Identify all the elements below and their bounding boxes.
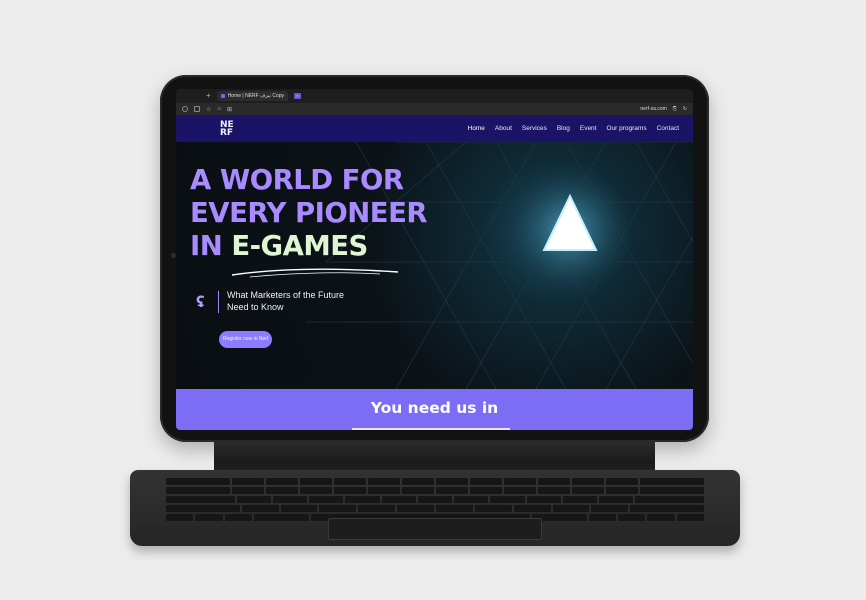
nav-about[interactable]: About <box>495 125 512 132</box>
hero-section: A WORLD FOR EVERY PIONEER IN E-GAMES ʢ W… <box>176 142 693 389</box>
nav-our-programs[interactable]: Our programs <box>606 125 646 132</box>
underline-swoosh <box>231 268 399 278</box>
nav-blog[interactable]: Blog <box>557 125 570 132</box>
screen: + Home | NERF نيرف Copy × ☆ ⌂ ⊞ nerf-sa.… <box>176 89 693 430</box>
tagline-divider <box>218 290 219 313</box>
headline-accent: E-GAMES <box>231 230 368 262</box>
nav-event[interactable]: Event <box>580 125 597 132</box>
nav-contact[interactable]: Contact <box>657 125 679 132</box>
home-icon[interactable]: ⌂ <box>217 106 221 112</box>
tagline: ʢ What Marketers of the Future Need to K… <box>196 290 347 313</box>
bookmark-icon[interactable]: ☆ <box>206 106 211 113</box>
sidebar-icon[interactable] <box>194 106 200 112</box>
reload-icon[interactable]: ↻ <box>683 106 687 112</box>
register-button[interactable]: Register now in Nerf <box>219 331 273 348</box>
site-navbar: NE RF Home About Services Blog Event Our… <box>176 115 693 142</box>
browser-toolbar: ☆ ⌂ ⊞ nerf-sa.com ⎘ ↻ <box>176 103 693 115</box>
tab-title: Home | NERF نيرف Copy <box>227 93 284 99</box>
nav-home[interactable]: Home <box>468 125 485 132</box>
share-icon[interactable]: ⎘ <box>673 106 677 112</box>
browser-tab[interactable]: Home | NERF نيرف Copy <box>216 91 288 101</box>
you-need-us-band: You need us in <box>176 389 693 430</box>
browser-tabbar: + Home | NERF نيرف Copy × <box>176 89 693 103</box>
logo-text: NE RF <box>220 119 234 138</box>
headline-prefix: IN <box>190 230 223 262</box>
trackpad[interactable] <box>328 518 542 540</box>
site-logo[interactable]: NE RF <box>220 119 242 138</box>
close-tab-icon[interactable]: × <box>294 93 301 99</box>
tagline-text: What Marketers of the Future Need to Kno… <box>227 290 345 312</box>
nav-services[interactable]: Services <box>522 125 547 132</box>
back-icon[interactable] <box>182 106 188 112</box>
hero-headline: A WORLD FOR EVERY PIONEER IN E-GAMES <box>190 164 428 263</box>
headline-line1: A WORLD FOR <box>190 164 404 196</box>
band-underline <box>352 428 510 430</box>
url-text: nerf-sa.com <box>640 106 667 112</box>
keys <box>166 478 705 523</box>
new-tab-icon[interactable]: + <box>206 92 211 100</box>
extensions-icon[interactable]: ⊞ <box>227 106 232 113</box>
headline-line3: IN E-GAMES <box>190 230 427 263</box>
main-menu: Home About Services Blog Event Our progr… <box>468 125 679 132</box>
magic-keyboard <box>130 470 740 546</box>
address-bar[interactable]: nerf-sa.com ⎘ ↻ <box>640 106 687 112</box>
headline-line2: EVERY PIONEER <box>190 197 428 229</box>
band-heading: You need us in <box>370 399 499 417</box>
tagline-logo-icon: ʢ <box>196 292 205 311</box>
favicon-icon <box>220 94 225 98</box>
